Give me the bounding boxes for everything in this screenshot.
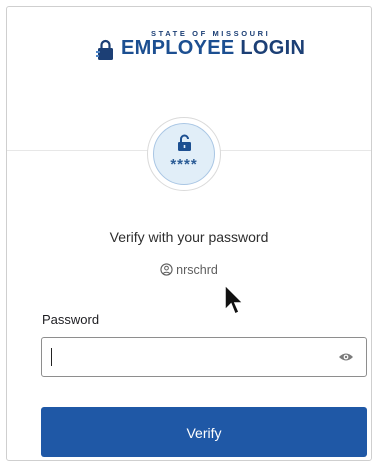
header: STATE OF MISSOURI EMPLOYEE LOGIN — [7, 25, 371, 81]
logo-employee-text: EMPLOYEE — [121, 37, 235, 59]
mouse-pointer-icon — [224, 283, 245, 316]
text-cursor — [51, 348, 52, 366]
unlocked-padlock-icon — [178, 134, 191, 151]
password-field[interactable] — [41, 337, 367, 377]
page-title: Verify with your password — [109, 229, 269, 245]
password-label: Password — [42, 312, 100, 327]
padlock-logo-icon — [96, 39, 113, 60]
user-identifier: nrschrd — [7, 263, 371, 277]
auth-badge: **** — [147, 117, 221, 191]
password-input[interactable] — [42, 338, 342, 376]
auth-badge-inner: **** — [153, 123, 215, 185]
username-text: nrschrd — [176, 263, 218, 277]
logo: STATE OF MISSOURI EMPLOYEE LOGIN — [93, 29, 305, 77]
verify-button[interactable]: Verify — [41, 407, 367, 457]
logo-login-text: LOGIN — [240, 37, 306, 59]
password-mask-text: **** — [170, 156, 198, 173]
login-card: STATE OF MISSOURI EMPLOYEE LOGIN **** Ve… — [6, 6, 372, 461]
user-circle-icon — [160, 263, 173, 276]
logo-title: EMPLOYEE LOGIN — [121, 37, 305, 60]
eye-icon[interactable] — [338, 351, 354, 363]
